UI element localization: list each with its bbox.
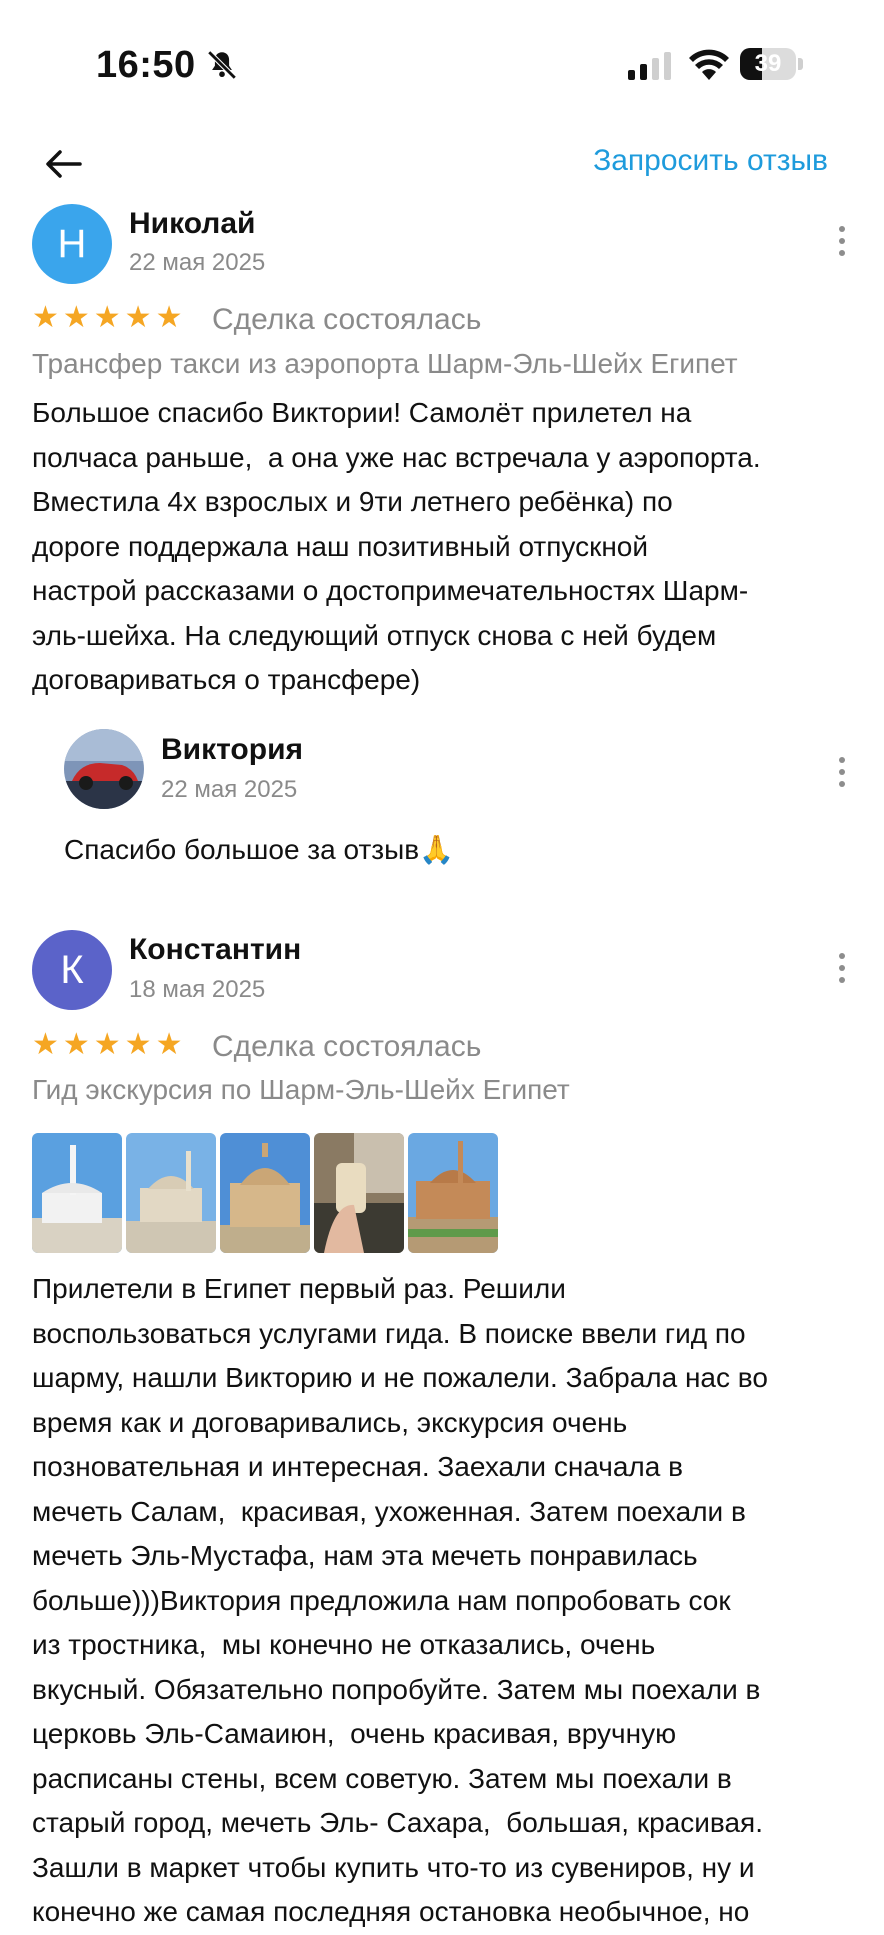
review-text-line: Прилетели в Египет первый раз. Решили (32, 1273, 566, 1304)
rating-stars: ★★★★★ (32, 301, 187, 334)
reviewer-name[interactable]: Константин (129, 933, 301, 967)
wifi-icon (689, 49, 729, 80)
reply-avatar[interactable] (64, 729, 144, 809)
request-review-button[interactable]: Запросить отзыв (593, 144, 828, 178)
service-title[interactable]: Гид экскурсия по Шарм-Эль-Шейх Египет (32, 1074, 570, 1106)
review-text: Прилетели в Египет первый раз. Решили вос… (32, 1267, 852, 1935)
review-text-line: позновательная и интересная. Заехали сна… (32, 1451, 683, 1482)
battery-icon: 39 (740, 48, 804, 80)
reply-date: 22 мая 2025 (161, 776, 298, 803)
avatar[interactable]: К (32, 930, 112, 1010)
status-time: 16:50 (96, 44, 196, 86)
top-bar: Запросить отзыв (0, 130, 884, 210)
review-text-line: Вместила 4х взрослых и 9ти летнего ребён… (32, 486, 673, 517)
review-text-line: мечеть Салам, красивая, ухоженная. Затем… (32, 1495, 746, 1527)
reply-author-name: Виктория (161, 733, 304, 766)
review-text-line: церковь Эль-Самаиюн, очень красивая, вру… (32, 1718, 677, 1749)
service-title[interactable]: Трансфер такси из аэропорта Шарм-Эль-Шей… (32, 348, 738, 380)
reply-more-options-icon[interactable] (834, 757, 850, 797)
review-photo[interactable] (314, 1133, 404, 1253)
more-options-icon[interactable] (834, 953, 850, 993)
review-text-line: мечеть Эль-Мустафа, нам эта мечеть понра… (32, 1540, 698, 1571)
review-photo[interactable] (408, 1133, 498, 1253)
review-text-line: больше)))Виктория предложила нам попробо… (32, 1584, 731, 1616)
review-text-line: из тростника, мы конечно не отказались, … (32, 1629, 656, 1660)
review-photo[interactable] (220, 1133, 310, 1253)
bell-muted-icon (207, 50, 237, 80)
deal-status: Сделка состоялась (212, 1030, 482, 1063)
deal-status: Сделка состоялась (212, 303, 482, 336)
review-text-line: конечно же самая последняя остановка нео… (32, 1896, 750, 1927)
status-bar: 16:50 39 (0, 0, 884, 130)
review-text: Большое спасибо Виктории! Самолёт прилет… (32, 391, 852, 703)
avatar[interactable]: Н (32, 204, 112, 284)
review-text-line: шарму, нашли Викторию и не пожалели. Заб… (32, 1362, 768, 1393)
reviewer-name[interactable]: Николай (129, 207, 256, 241)
reply-text: Спасибо большое за отзыв🙏 (64, 834, 454, 865)
review-text-line: время как и договаривались, экскурсия оч… (32, 1406, 628, 1438)
review-text-line: старый город, мечеть Эль- Сахара, больша… (32, 1807, 763, 1838)
battery-level: 39 (754, 50, 782, 77)
review-photo[interactable] (126, 1133, 216, 1253)
review-text-line: настрой рассказами о достопримечательнос… (32, 575, 749, 606)
review-text-line: эль-шейха. На следующий отпуск снова с н… (32, 619, 717, 651)
review-text-line: воспользоваться услугами гида. В поиске … (32, 1317, 746, 1349)
signal-icon (628, 52, 671, 80)
review-date: 22 мая 2025 (129, 249, 266, 276)
review-text-line: дороге поддержала наш позитивный отпускн… (32, 530, 649, 562)
review-text-line: договариваться о трансфере) (32, 664, 421, 695)
review-date: 18 мая 2025 (129, 976, 266, 1003)
review-text-line: Большое спасибо Виктории! Самолёт прилет… (32, 397, 692, 428)
review-text-line: Зашли в маркет чтобы купить что-то из су… (32, 1851, 755, 1883)
review-photo[interactable] (32, 1133, 122, 1253)
more-options-icon[interactable] (834, 226, 850, 266)
rating-stars: ★★★★★ (32, 1028, 187, 1061)
review-text-line: полчаса раньше, а она уже нас встречала … (32, 441, 761, 473)
review-text-line: расписаны стены, всем советую. Затем мы … (32, 1762, 732, 1794)
review-text-line: вкусный. Обязательно попробуйте. Затем м… (32, 1673, 761, 1705)
back-arrow-icon[interactable] (40, 140, 88, 188)
